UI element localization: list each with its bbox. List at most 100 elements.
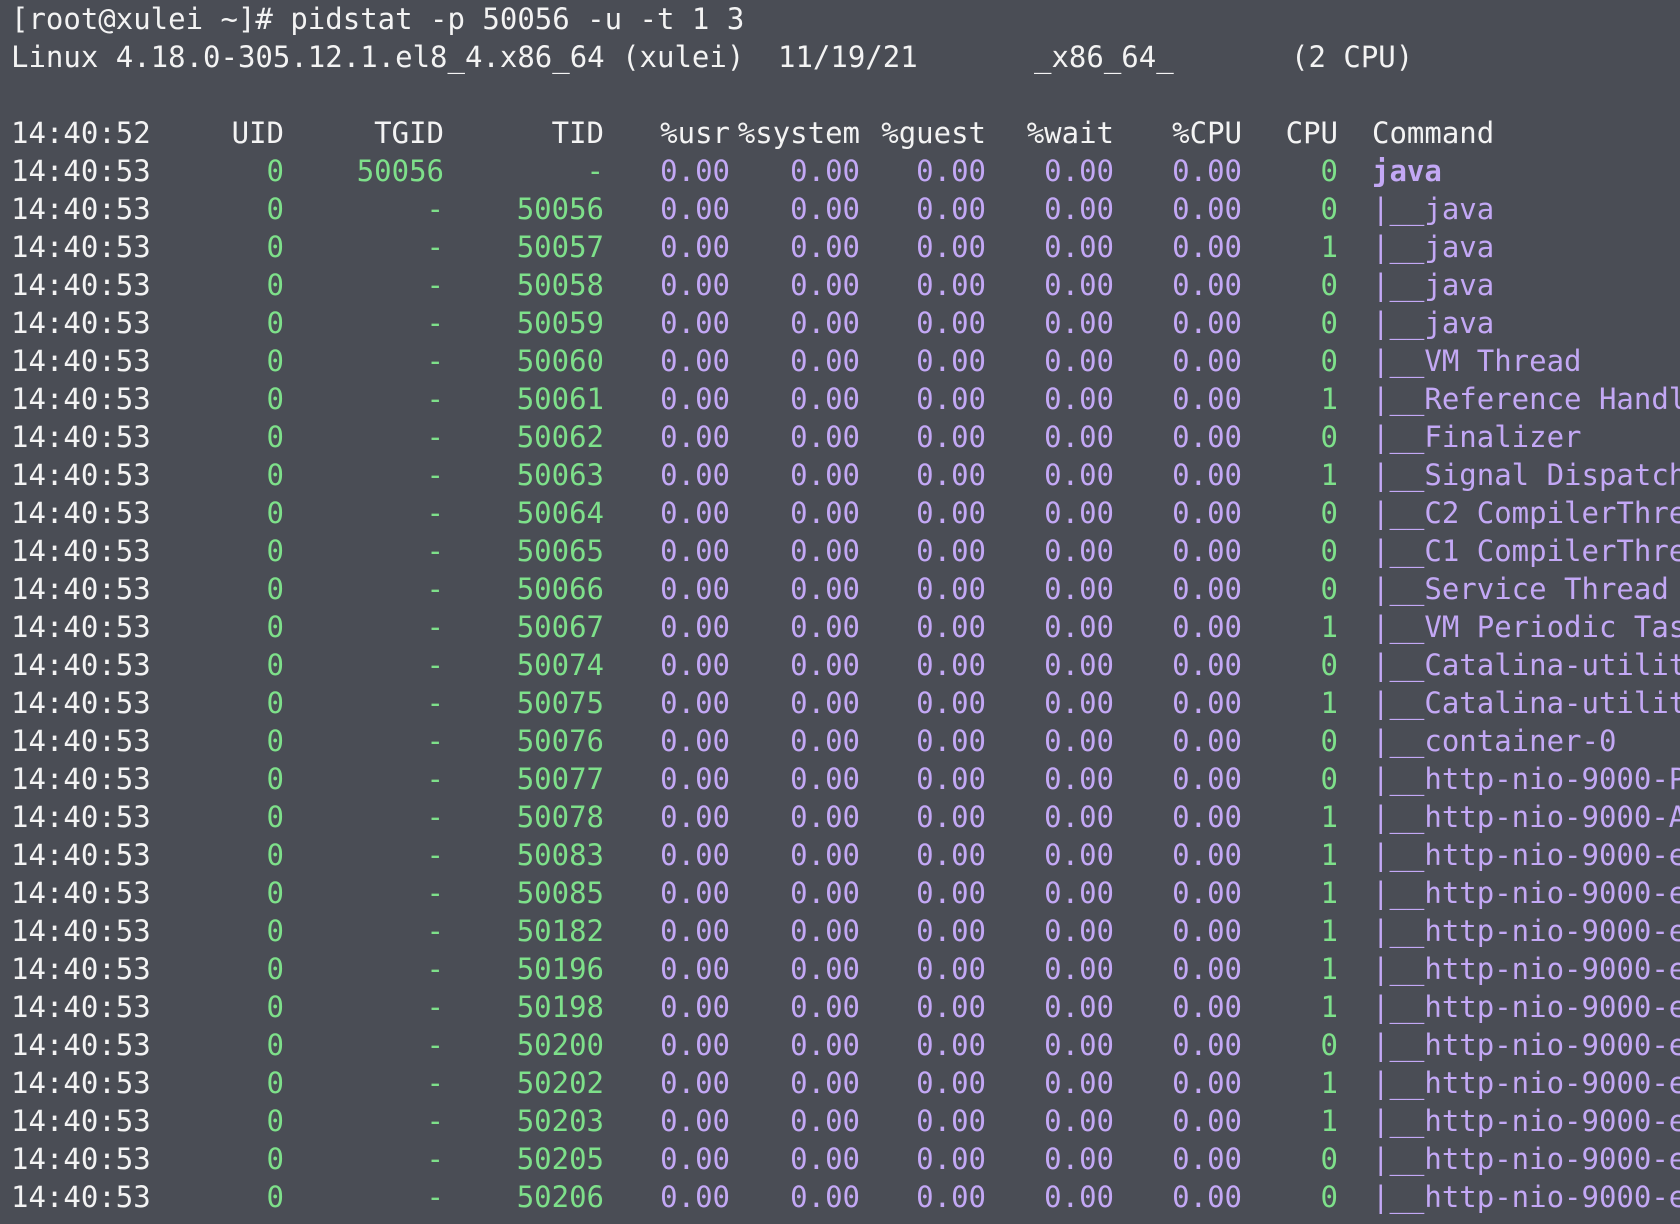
cell-tid: 50062 [516,420,604,454]
cell-tgid: - [426,838,444,872]
cell-command: |__http-nio-9000-e [1372,1066,1680,1100]
cell-tgid: - [426,648,444,682]
cell-time: 14:40:53 [11,496,151,530]
cell-tid: 50060 [516,344,604,378]
cell-tid: 50083 [516,838,604,872]
table-row: 14:40:53 0 - 50196 0.00 0.00 0.00 0.00 0.00 1 |__h… [0,950,1680,988]
cell-cpu: 0 [1320,1028,1338,1062]
cell-wait: 0.00 [1044,534,1114,568]
cell-wait: 0.00 [1044,420,1114,454]
cell-system: 0.00 [790,192,860,226]
cell-usr: 0.00 [660,1180,730,1214]
cell-wait: 0.00 [1044,458,1114,492]
table-row: 14:40:53 0 - 50061 0.00 0.00 0.00 0.00 0.00 1 |__R… [0,380,1680,418]
cell-uid: 0 [266,648,284,682]
cell-wait: 0.00 [1044,686,1114,720]
cell-cpu: 1 [1320,990,1338,1024]
terminal-window[interactable]: [root@xulei ~]# pidstat -p 50056 -u -t 1… [0,0,1680,1224]
report-date: 11/19/21 [778,40,918,74]
cell-uid: 0 [266,914,284,948]
cell-cpu-pct: 0.00 [1172,420,1242,454]
cell-tgid: - [426,1142,444,1176]
cell-cpu-pct: 0.00 [1172,724,1242,758]
cell-cpu: 1 [1320,952,1338,986]
table-row: 14:40:53 0 - 50057 0.00 0.00 0.00 0.00 0.00 1 |__j… [0,228,1680,266]
table-row: 14:40:53 0 - 50076 0.00 0.00 0.00 0.00 0.00 0 |__c… [0,722,1680,760]
header-command: Command [1372,116,1495,150]
kernel-info: Linux 4.18.0-305.12.1.el8_4.x86_64 (xule… [11,40,745,74]
cell-usr: 0.00 [660,724,730,758]
cell-uid: 0 [266,496,284,530]
cell-guest: 0.00 [916,914,986,948]
cell-time: 14:40:53 [11,686,151,720]
cell-usr: 0.00 [660,268,730,302]
cell-tid: 50196 [516,952,604,986]
cell-usr: 0.00 [660,306,730,340]
cell-tgid: - [426,762,444,796]
cell-wait: 0.00 [1044,1142,1114,1176]
cell-wait: 0.00 [1044,914,1114,948]
cell-cpu: 0 [1320,306,1338,340]
table-row: 14:40:53 0 - 50077 0.00 0.00 0.00 0.00 0.00 0 |__h… [0,760,1680,798]
cell-guest: 0.00 [916,1180,986,1214]
cell-tid: 50205 [516,1142,604,1176]
cell-usr: 0.00 [660,230,730,264]
cell-tgid: - [426,1180,444,1214]
cell-guest: 0.00 [916,230,986,264]
cell-system: 0.00 [790,420,860,454]
cell-command: |__container-0 [1372,724,1617,758]
cell-tid: 50200 [516,1028,604,1062]
cell-time: 14:40:53 [11,1104,151,1138]
cell-time: 14:40:53 [11,382,151,416]
table-row: 14:40:53 0 - 50206 0.00 0.00 0.00 0.00 0.00 0 |__h… [0,1178,1680,1216]
command-prompt: [root@xulei ~]# pidstat -p 50056 -u -t 1… [11,2,745,36]
table-row: 14:40:53 0 - 50205 0.00 0.00 0.00 0.00 0.00 0 |__h… [0,1140,1680,1178]
cell-cpu-pct: 0.00 [1172,914,1242,948]
cell-uid: 0 [266,382,284,416]
cell-system: 0.00 [790,952,860,986]
cell-command: |__Service Thread [1372,572,1669,606]
cell-command: |__http-nio-9000-e [1372,952,1680,986]
cell-tid: 50067 [516,610,604,644]
cell-guest: 0.00 [916,496,986,530]
cell-usr: 0.00 [660,800,730,834]
cell-tgid: - [426,496,444,530]
cell-command: |__Finalizer [1372,420,1582,454]
cell-tid: 50198 [516,990,604,1024]
cell-command: |__java [1372,230,1495,264]
cell-uid: 0 [266,154,284,188]
cell-tid: 50066 [516,572,604,606]
cell-uid: 0 [266,800,284,834]
table-row: 14:40:53 0 - 50067 0.00 0.00 0.00 0.00 0.00 1 |__V… [0,608,1680,646]
cell-tid: 50059 [516,306,604,340]
cell-cpu: 0 [1320,192,1338,226]
cell-tgid: - [426,268,444,302]
cell-guest: 0.00 [916,952,986,986]
table-row: 14:40:53 0 - 50062 0.00 0.00 0.00 0.00 0.00 0 |__F… [0,418,1680,456]
table-row: 14:40:53 0 - 50059 0.00 0.00 0.00 0.00 0.00 0 |__j… [0,304,1680,342]
cell-guest: 0.00 [916,876,986,910]
cell-guest: 0.00 [916,762,986,796]
cell-wait: 0.00 [1044,800,1114,834]
cell-tgid: - [426,724,444,758]
cell-time: 14:40:53 [11,306,151,340]
cell-system: 0.00 [790,344,860,378]
cell-tid: 50206 [516,1180,604,1214]
cell-usr: 0.00 [660,686,730,720]
cell-system: 0.00 [790,1066,860,1100]
cell-tgid: - [426,192,444,226]
cell-tgid: - [426,610,444,644]
cell-wait: 0.00 [1044,344,1114,378]
cell-wait: 0.00 [1044,762,1114,796]
cell-cpu: 0 [1320,724,1338,758]
cell-command: |__Reference Handl [1372,382,1680,416]
cell-time: 14:40:53 [11,762,151,796]
cell-uid: 0 [266,420,284,454]
cell-time: 14:40:53 [11,1180,151,1214]
cell-cpu-pct: 0.00 [1172,344,1242,378]
cell-uid: 0 [266,762,284,796]
cell-cpu-pct: 0.00 [1172,876,1242,910]
cell-time: 14:40:53 [11,610,151,644]
table-row: 14:40:53 0 - 50074 0.00 0.00 0.00 0.00 0.00 0 |__C… [0,646,1680,684]
cell-guest: 0.00 [916,724,986,758]
